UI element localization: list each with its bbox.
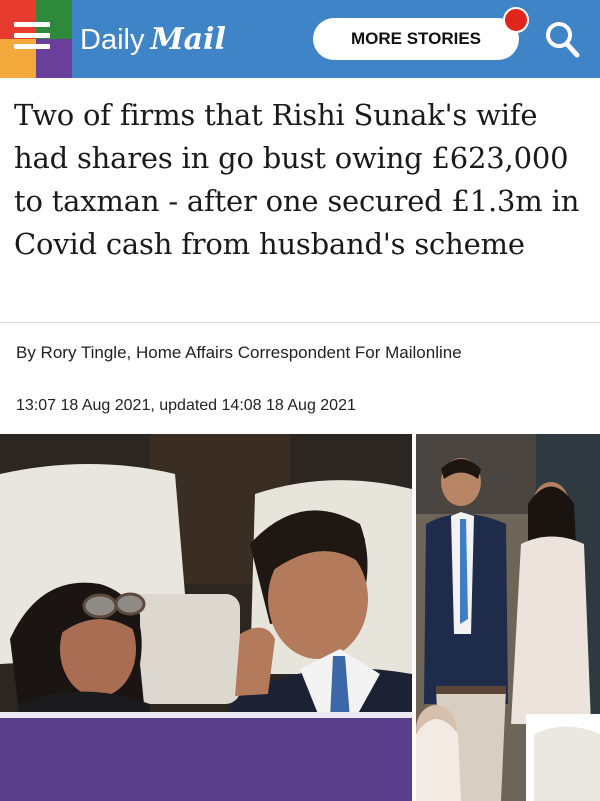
hamburger-menu-icon: [14, 22, 50, 55]
notification-dot: [503, 7, 529, 33]
article-dateline: 13:07 18 Aug 2021, updated 14:08 18 Aug …: [16, 397, 356, 414]
article-photo-main[interactable]: [0, 434, 412, 801]
article-photo-secondary[interactable]: [416, 434, 600, 801]
menu-button[interactable]: [0, 0, 72, 78]
logo-mail-text: Mail: [150, 22, 226, 57]
site-logo[interactable]: Daily Mail: [80, 20, 226, 60]
divider: [0, 322, 600, 323]
site-header: Daily Mail MORE STORIES: [0, 0, 600, 78]
search-icon[interactable]: [542, 18, 582, 60]
article-headline: Two of firms that Rishi Sunak's wife had…: [14, 98, 580, 261]
article-byline: By Rory Tingle, Home Affairs Corresponde…: [16, 343, 462, 362]
logo-daily-text: Daily: [80, 24, 145, 56]
more-stories-button[interactable]: MORE STORIES: [313, 18, 519, 60]
